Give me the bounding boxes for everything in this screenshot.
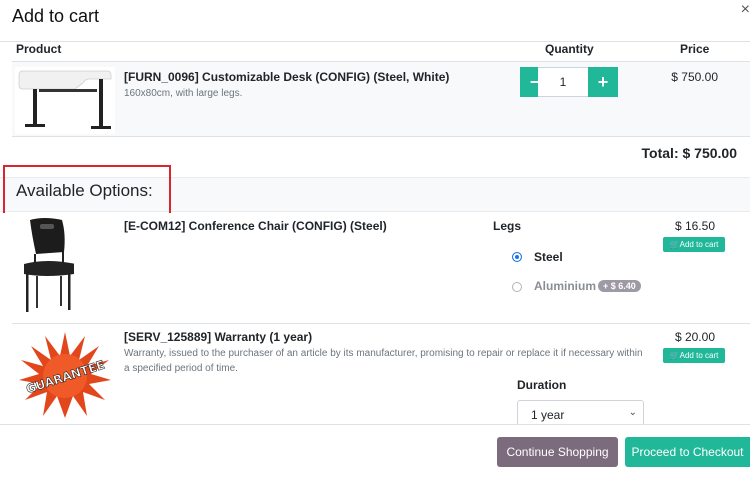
- warranty-image: GUARANTEE: [17, 330, 113, 420]
- chair-image: [14, 216, 76, 316]
- attribute-label-duration: Duration: [517, 378, 567, 392]
- add-to-cart-button-warranty[interactable]: 🛒Add to cart: [663, 348, 725, 363]
- modal-title: Add to cart: [12, 6, 100, 26]
- cart-icon: 🛒: [669, 351, 680, 360]
- radio-aluminium[interactable]: [512, 282, 522, 292]
- radio-steel[interactable]: [512, 252, 522, 262]
- quantity-plus-button[interactable]: +: [588, 67, 618, 97]
- option-price-warranty: $ 20.00: [674, 330, 715, 344]
- desk-image: [15, 67, 115, 134]
- main-product-price: $ 750.00: [671, 70, 718, 84]
- cart-icon: 🛒: [669, 240, 680, 249]
- column-header-quantity: Quantity: [545, 42, 594, 56]
- option-description-warranty: Warranty, issued to the purchaser of an …: [124, 348, 643, 374]
- chevron-down-icon: ⌄: [628, 407, 637, 418]
- column-header-price: Price: [680, 42, 710, 56]
- continue-shopping-button[interactable]: Continue Shopping: [497, 437, 618, 467]
- row-separator: [12, 323, 750, 324]
- column-header-product: Product: [16, 42, 62, 56]
- price-extra-badge: + $ 6.40: [598, 280, 641, 292]
- cart-total: Total: $ 750.00: [641, 145, 737, 161]
- attribute-label-legs: Legs: [493, 219, 522, 233]
- add-to-cart-label: Add to cart: [679, 240, 719, 249]
- radio-label-steel[interactable]: Steel: [534, 250, 563, 264]
- modal-header: [0, 0, 750, 42]
- main-product-description: 160x80cm, with large legs.: [124, 88, 243, 99]
- close-icon[interactable]: ×: [741, 1, 750, 19]
- quantity-input[interactable]: 1: [538, 67, 588, 97]
- main-product-name: [FURN_0096] Customizable Desk (CONFIG) (…: [124, 70, 450, 84]
- radio-label-aluminium[interactable]: Aluminium: [534, 279, 596, 293]
- duration-select-value: 1 year: [531, 408, 565, 422]
- add-to-cart-label: Add to cart: [679, 351, 719, 360]
- proceed-to-checkout-button[interactable]: Proceed to Checkout: [625, 437, 750, 467]
- option-price-chair: $ 16.50: [674, 219, 715, 233]
- highlight-box: [3, 165, 171, 215]
- add-to-cart-button-chair[interactable]: 🛒Add to cart: [663, 237, 725, 252]
- option-name-warranty: [SERV_125889] Warranty (1 year): [124, 330, 313, 344]
- option-name-chair: [E-COM12] Conference Chair (CONFIG) (Ste…: [124, 219, 387, 233]
